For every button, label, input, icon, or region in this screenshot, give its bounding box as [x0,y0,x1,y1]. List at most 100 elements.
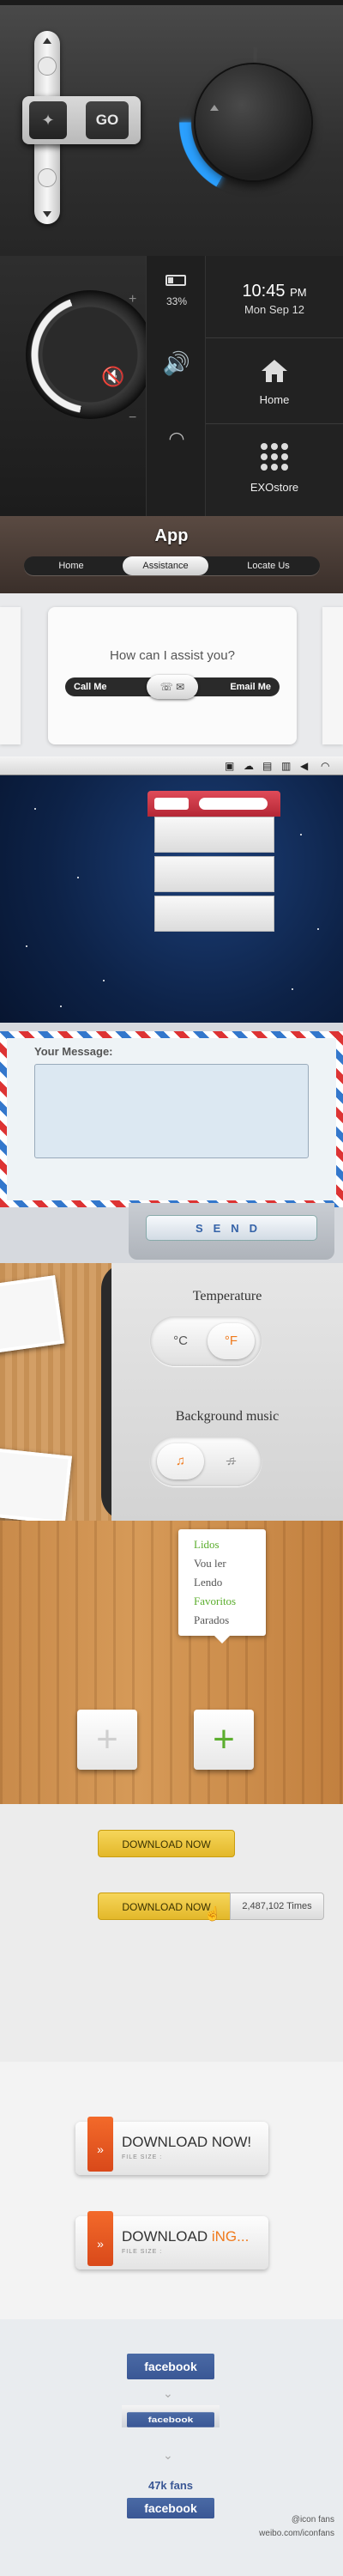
celsius-option[interactable]: °C [157,1323,204,1359]
menu-bar: ▣ ☁ ▤ ▥ ◀ ◠ [0,756,343,775]
add-button-active[interactable]: + [194,1710,254,1770]
card-peek-left [0,607,21,744]
panel-fold [154,817,274,853]
speaker-icon[interactable]: 🔊 [147,350,207,377]
panel-tab[interactable] [154,798,189,810]
music-switch[interactable]: ♫ ♫ [150,1437,262,1486]
music-off-icon[interactable]: ♫ [208,1443,255,1479]
card-peek-right [322,607,343,744]
facebook-section: facebook ⌄ facebook ⌄ 47k fans facebook … [0,2319,343,2576]
photo-print [0,1275,65,1354]
volume-icon[interactable]: ◀ [300,760,308,772]
tab-locate-us[interactable]: Locate Us [217,556,320,575]
metal-controls-panel: ✦ GO [0,0,343,256]
home-tile-label[interactable]: Home [206,393,343,406]
home-tiles: 10:45 PM Mon Sep 12 Home EXOstore [206,256,343,516]
app-grid-icon[interactable] [261,443,288,471]
big-download-button[interactable]: » DOWNLOAD NOW! FILE SIZE : [75,2117,268,2175]
battery-icon [165,275,186,286]
assist-section: How can I assist you? Call Me ☏ ✉ Email … [0,593,343,756]
facebook-fans-button[interactable]: facebook [127,2498,214,2518]
credit-url: weibo.com/iconfans [259,2529,334,2538]
wifi-icon[interactable]: ◠ [321,760,329,772]
menu-item-favoritos[interactable]: Favoritos [194,1595,236,1608]
app-header: App Home Assistance Locate Us [0,516,343,593]
chat-icon[interactable]: ▤ [262,760,272,772]
clock-hours: 10:45 [242,282,286,301]
app-menu-icon[interactable]: ▣ [225,760,234,772]
settings-device: Temperature °C °F Background music ♫ ♫ [0,1263,343,1521]
panel-search-field[interactable] [199,798,268,810]
exostore-tile-label[interactable]: EXOstore [206,481,343,494]
contact-toggle[interactable]: Call Me ☏ ✉ Email Me [65,675,280,699]
menu-item-lidos[interactable]: Lidos [194,1538,220,1552]
menu-item-lendo[interactable]: Lendo [194,1576,222,1589]
home-icon[interactable] [261,359,288,383]
photo-print [0,1448,72,1521]
tab-home[interactable]: Home [24,556,118,575]
fahrenheit-option[interactable]: °F [208,1323,255,1359]
message-form: Your Message: SEND [0,1023,343,1263]
nav-bar: Home Assistance Locate Us [24,556,320,575]
top-edge [0,0,343,5]
music-on-icon[interactable]: ♫ [157,1443,204,1479]
arrow-up-icon[interactable] [43,38,51,44]
facebook-button[interactable]: facebook [127,2354,214,2379]
assist-card: How can I assist you? Call Me ☏ ✉ Email … [48,607,297,744]
twitter-bird-icon[interactable]: ✦ [29,101,67,139]
status-column: 33% 🔊 ◠ [146,256,206,516]
panel-header [147,791,280,817]
reading-list-widget: Lidos Vou ler Lendo Favoritos Parados + … [0,1521,343,1804]
send-drawer: SEND [129,1203,334,1260]
volume-dial[interactable] [196,64,311,180]
chevron-down-icon: ⌄ [163,2386,173,2400]
chevron-down-icon: ⌄ [163,2448,173,2462]
assist-question: How can I assist you? [110,648,235,663]
download-arrow-icon: » [87,2117,113,2172]
settings-screen: Temperature °C °F Background music ♫ ♫ [111,1263,343,1521]
music-title: Background music [175,1409,280,1424]
download-now-button[interactable]: DOWNLOAD NOW [98,1830,235,1857]
add-button-inactive[interactable]: + [77,1710,137,1770]
volume-minus-label[interactable]: − [129,410,136,426]
menu-item-parados[interactable]: Parados [194,1613,229,1627]
tile-divider [206,423,343,424]
file-size-label: FILE SIZE : [122,2249,163,2255]
app-title: App [154,526,189,545]
tile-divider [206,337,343,338]
volume-level-arc [26,290,154,419]
status-popup-menu: Lidos Vou ler Lendo Favoritos Parados [178,1529,266,1643]
clock-ampm: PM [290,286,307,299]
downloading-button[interactable]: » DOWNLOAD iNG... FILE SIZE : [75,2211,268,2269]
mute-icon[interactable]: 🔇 [101,366,124,388]
go-button[interactable]: GO [86,101,129,139]
message-textarea[interactable] [34,1064,309,1158]
space-desktop: ▣ ☁ ▤ ▥ ◀ ◠ [0,756,343,1023]
volume-plus-label[interactable]: + [129,292,136,307]
downloading-suffix: iNG... [211,2228,250,2245]
page: ✦ GO + − 🔇 33% 🔊 ◠ 10:45 PM Mon Sep 12 H… [0,0,343,2576]
call-me-label[interactable]: Call Me [74,677,107,696]
user-icon[interactable] [38,168,57,187]
fans-count: 47k fans [147,2479,194,2492]
panel-fold [154,856,274,892]
credit-handle: @icon fans [291,2515,334,2524]
phone-widgets: + − 🔇 33% 🔊 ◠ 10:45 PM Mon Sep 12 Home E… [0,256,343,516]
arrow-down-icon[interactable] [43,211,51,217]
tab-assistance[interactable]: Assistance [123,556,208,575]
menu-item-vou-ler[interactable]: Vou ler [194,1557,226,1571]
clock-time: 10:45 PM [206,282,343,301]
download-count: 2,487,102 Times [230,1893,324,1920]
power-icon[interactable] [38,57,57,76]
downloading-label: DOWNLOAD iNG... [122,2228,249,2245]
facebook-flip-label[interactable]: facebook [127,2412,214,2427]
download-arrow-icon: » [87,2211,113,2266]
box-icon[interactable]: ▥ [281,760,291,772]
cloud-icon[interactable]: ☁ [244,760,254,772]
send-button[interactable]: SEND [146,1215,317,1241]
phone-mail-icon[interactable]: ☏ ✉ [147,675,198,699]
wifi-icon[interactable]: ◠ [147,428,207,450]
email-me-label[interactable]: Email Me [230,677,271,696]
hand-cursor-icon: ☝ [204,1907,221,1922]
temperature-switch[interactable]: °C °F [150,1316,262,1366]
